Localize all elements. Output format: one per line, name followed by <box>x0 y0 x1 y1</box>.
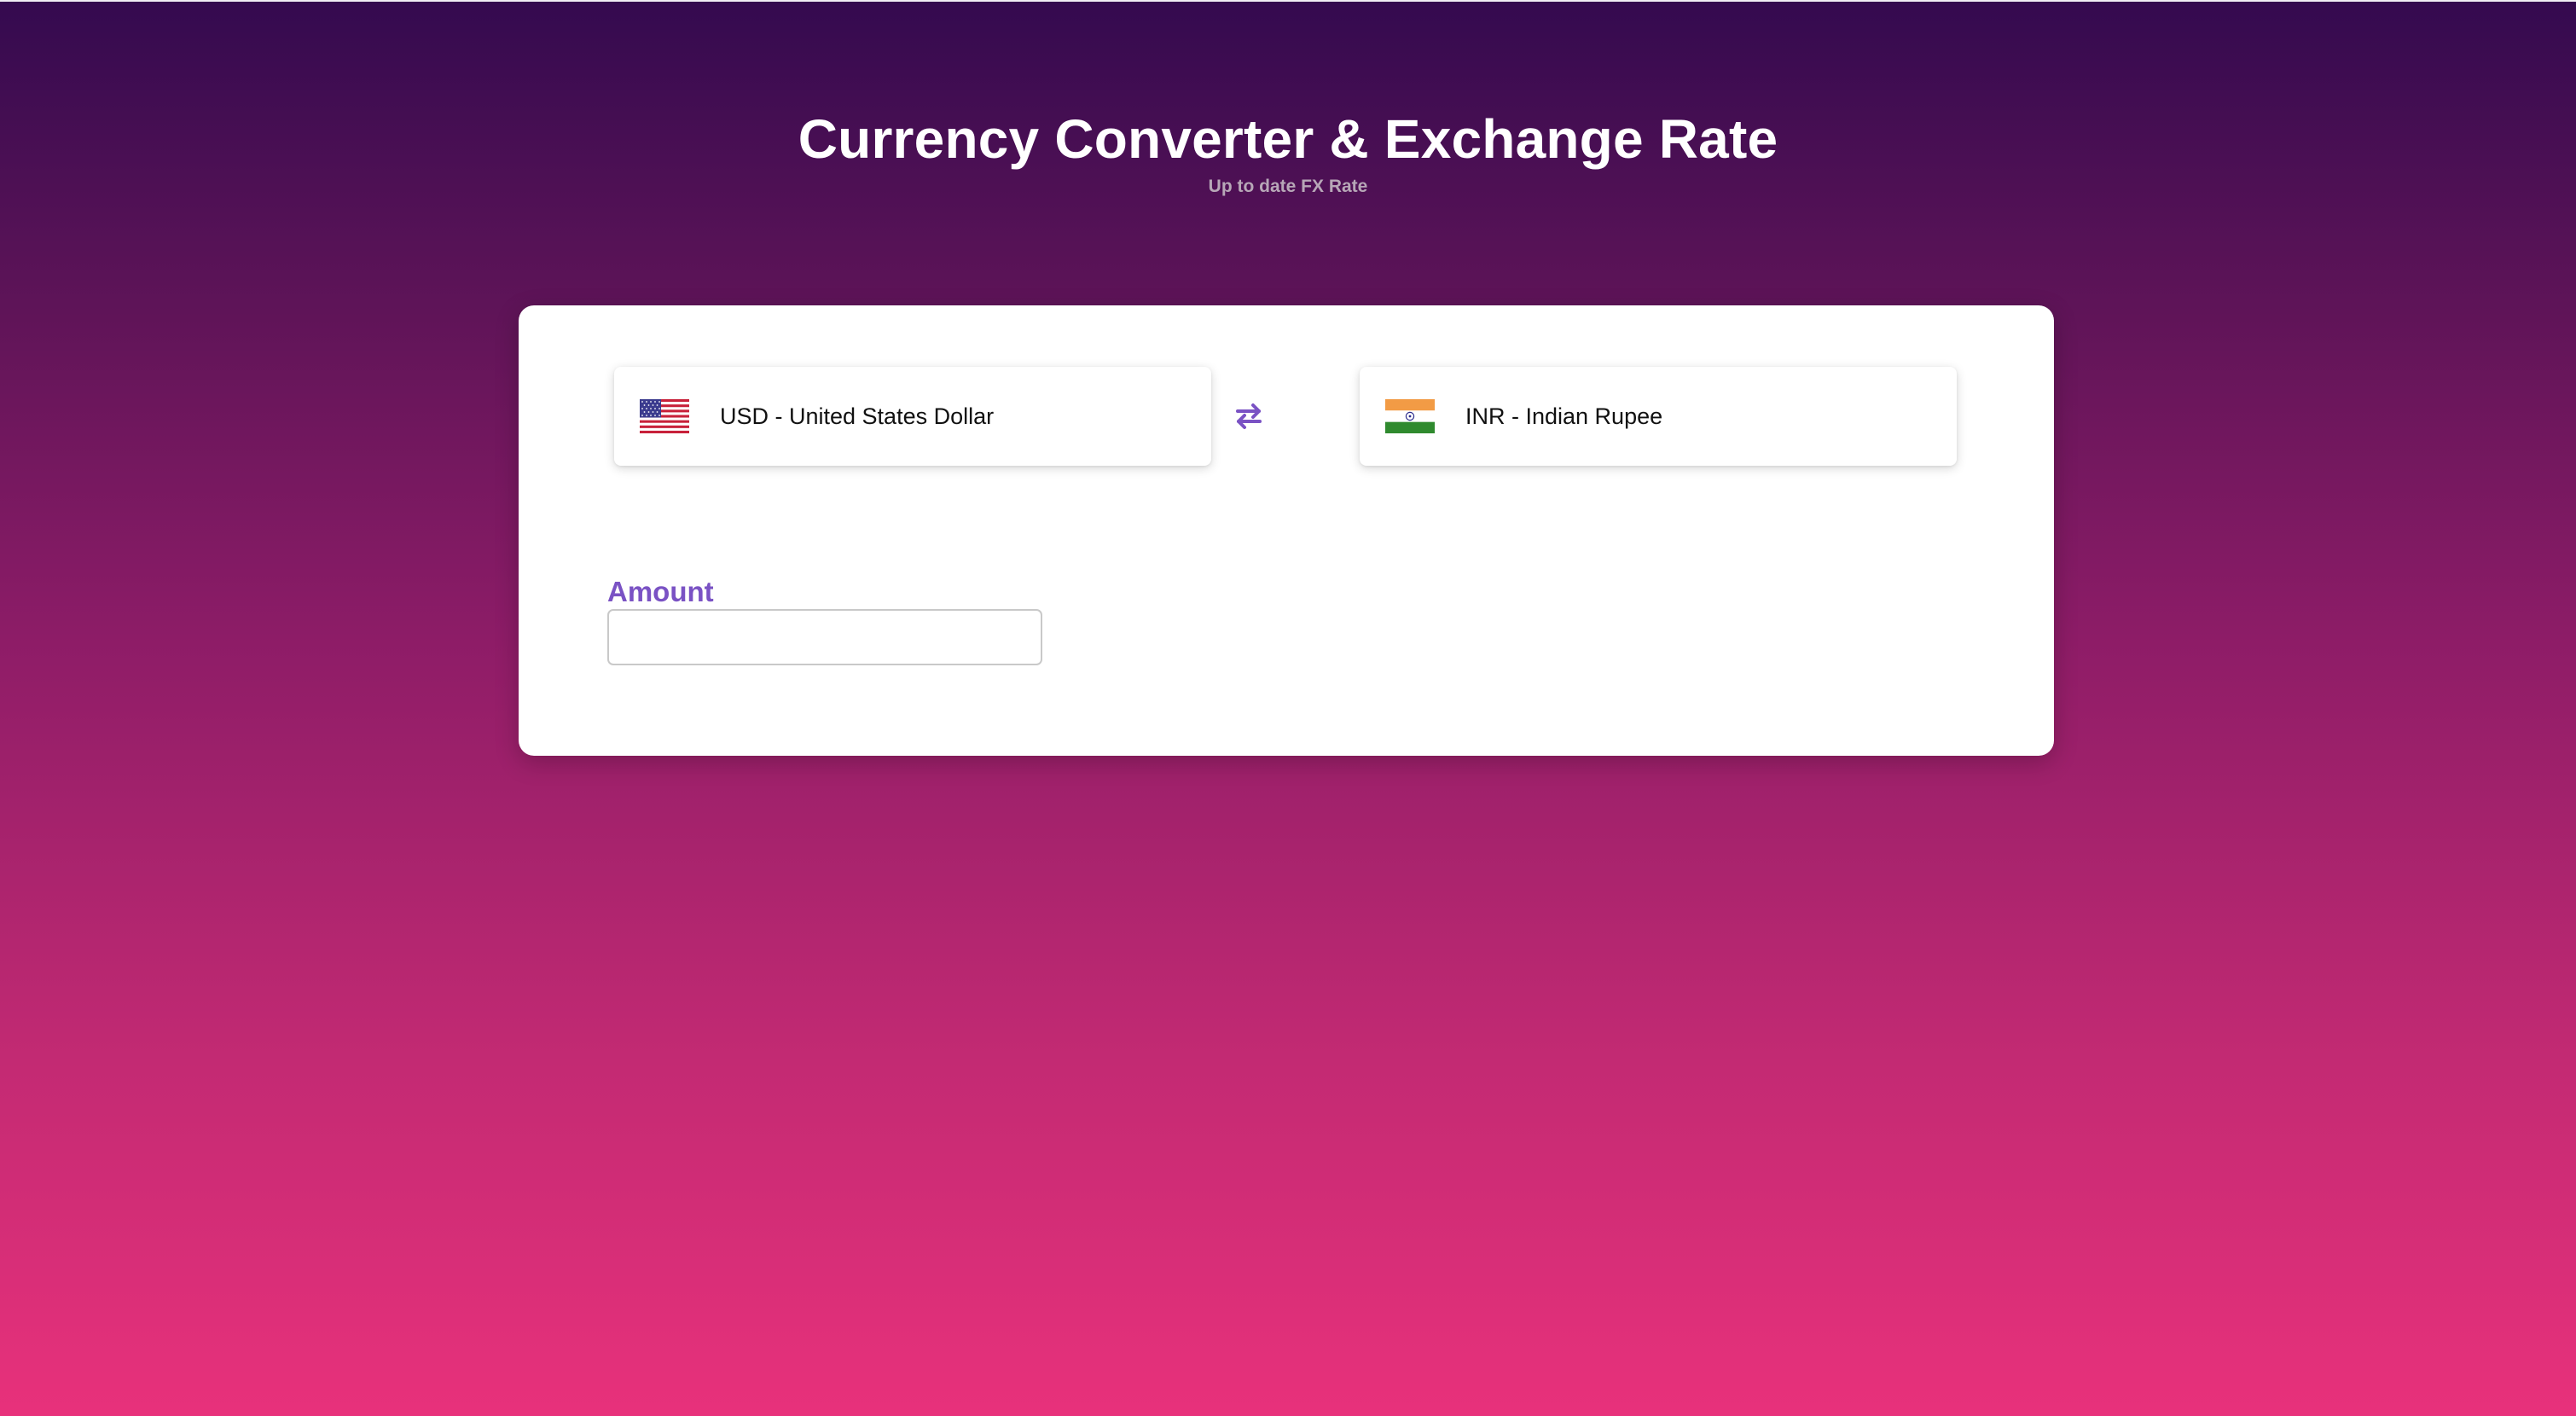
amount-input[interactable] <box>607 609 1042 665</box>
india-flag-icon <box>1385 399 1435 433</box>
to-currency-label: INR - Indian Rupee <box>1465 403 1663 429</box>
swap-arrows-icon <box>1236 403 1262 429</box>
from-currency-label: USD - United States Dollar <box>720 403 995 429</box>
swap-currencies-button[interactable] <box>1227 394 1271 438</box>
top-border <box>0 0 2576 2</box>
from-currency-select[interactable]: USD - United States Dollar <box>614 367 1211 466</box>
converter-card: USD - United States Dollar INR - Indian … <box>519 305 2054 756</box>
to-currency-select[interactable]: INR - Indian Rupee <box>1360 367 1957 466</box>
amount-label: Amount <box>607 576 714 607</box>
page-subtitle: Up to date FX Rate <box>1208 177 1368 196</box>
page-title: Currency Converter & Exchange Rate <box>798 108 1778 170</box>
us-flag-icon <box>640 399 689 433</box>
page-header: Currency Converter & Exchange Rate Up to… <box>0 104 2576 198</box>
